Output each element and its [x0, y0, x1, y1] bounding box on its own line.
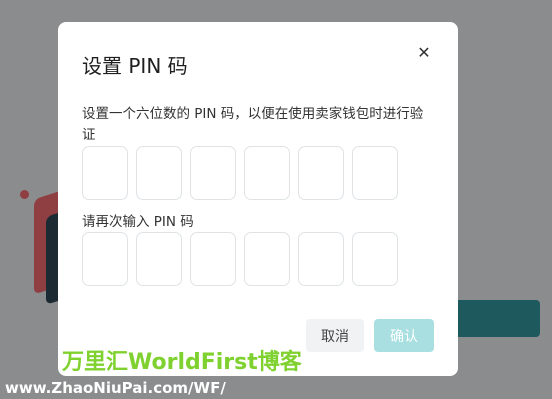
confirm-pin-digit-input[interactable]: [190, 232, 236, 286]
pin-setup-dialog: 设置 PIN 码 ✕ 设置一个六位数的 PIN 码，以便在使用卖家钱包时进行验证…: [58, 22, 458, 376]
dialog-title: 设置 PIN 码: [82, 54, 188, 78]
pin-digit-input[interactable]: [136, 146, 182, 200]
pin-digit-input[interactable]: [352, 146, 398, 200]
cancel-button[interactable]: 取消: [306, 319, 364, 352]
pin-digit-input[interactable]: [190, 146, 236, 200]
dialog-description: 设置一个六位数的 PIN 码，以便在使用卖家钱包时进行验证: [82, 106, 424, 143]
confirm-pin-digit-input[interactable]: [298, 232, 344, 286]
pin-digit-input[interactable]: [82, 146, 128, 200]
confirm-pin-input-group: [82, 232, 398, 286]
pin-digit-input[interactable]: [298, 146, 344, 200]
pin-digit-input[interactable]: [244, 146, 290, 200]
background-dot: [20, 190, 29, 199]
close-icon[interactable]: ✕: [416, 45, 432, 61]
confirm-pin-digit-input[interactable]: [352, 232, 398, 286]
confirm-pin-label: 请再次输入 PIN 码: [82, 214, 194, 230]
watermark-text: 万里汇WorldFirst博客: [62, 350, 302, 375]
confirm-pin-digit-input[interactable]: [82, 232, 128, 286]
watermark-url: www.ZhaoNiuPai.com/WF/: [5, 379, 226, 397]
confirm-pin-digit-input[interactable]: [136, 232, 182, 286]
confirm-button[interactable]: 确认: [374, 319, 434, 352]
pin-input-group: [82, 146, 398, 200]
confirm-pin-digit-input[interactable]: [244, 232, 290, 286]
